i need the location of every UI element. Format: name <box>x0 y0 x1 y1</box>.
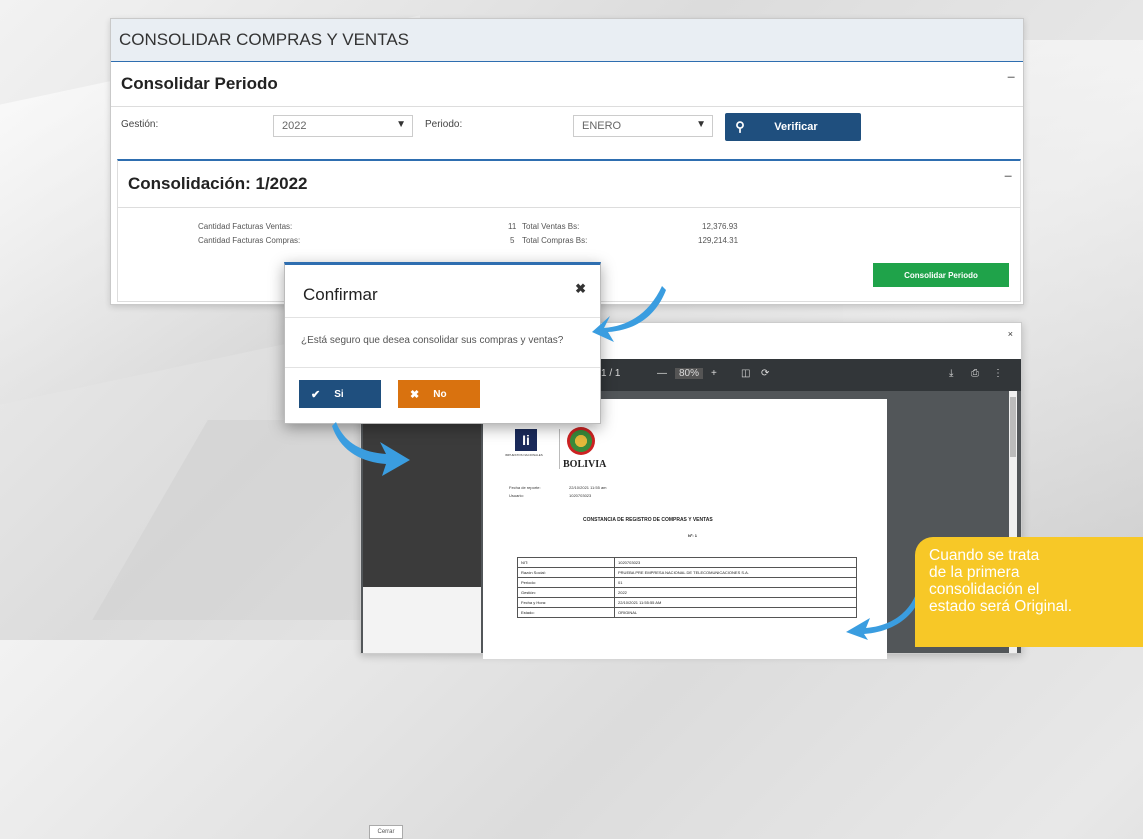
sales-total-label: Total Ventas Bs: <box>522 222 580 231</box>
purchases-count-label: Cantidad Facturas Compras: <box>198 236 301 245</box>
meta-label: Usuario: <box>509 493 524 498</box>
table-cell: Estado: <box>517 607 615 618</box>
section-title: Consolidar Periodo – <box>111 62 1023 107</box>
page-indicator: 1 / 1 <box>601 368 621 379</box>
logo-divider <box>559 429 560 469</box>
table-row: Gestión: 2022 <box>517 587 857 598</box>
zoom-out-icon[interactable]: — <box>657 368 667 379</box>
gestion-select[interactable]: 2022 ▼ <box>273 115 413 137</box>
no-label: No <box>433 388 447 400</box>
close-icon[interactable]: × <box>1008 329 1013 339</box>
table-cell: 22/10/2021 11:55:55 AM <box>614 597 857 608</box>
table-cell: 01 <box>614 577 857 588</box>
purchases-total-value: 129,214.31 <box>698 236 739 245</box>
dialog-title: Confirmar <box>303 285 378 304</box>
check-icon: ✔ <box>311 388 321 401</box>
callout-line: estado será Original. <box>929 598 1073 615</box>
callout-line: Cuando se trata <box>929 547 1040 564</box>
periodo-select[interactable]: ENERO ▼ <box>573 115 713 137</box>
meta-label: Fecha de reporte: <box>509 485 541 490</box>
collapse-icon[interactable]: – <box>1004 167 1012 183</box>
table-cell: Razón Social: <box>517 567 615 578</box>
document-number: Nº: 1 <box>688 533 698 538</box>
close-icon[interactable]: ✖ <box>575 281 586 297</box>
close-button[interactable]: Cerrar <box>369 825 403 839</box>
impuestos-logo: Ii <box>515 429 537 451</box>
table-row: Periodo: 01 <box>517 577 857 588</box>
collapse-icon[interactable]: – <box>1007 68 1015 84</box>
close-icon: ✖ <box>410 388 420 401</box>
table-cell: Fecha y Hora: <box>517 597 615 608</box>
gestion-value: 2022 <box>282 120 307 132</box>
meta-value: 1020703023 <box>569 493 592 498</box>
periodo-value: ENERO <box>582 120 622 132</box>
info-callout: Cuando se trata de la primera consolidac… <box>915 537 1143 647</box>
consolidate-period-button[interactable]: Consolidar Periodo <box>873 263 1009 287</box>
table-cell: PRUEBA PRE EMPRESA NACIONAL DE TELECOMUN… <box>614 567 857 578</box>
pdf-sidebar-footer: Cerrar <box>363 587 481 839</box>
more-options-icon[interactable]: ⋮ <box>993 368 1003 379</box>
arrow-icon <box>592 286 666 342</box>
gestion-label: Gestión: <box>121 119 159 130</box>
chevron-down-icon: ▼ <box>696 119 706 130</box>
dialog-question: ¿Está seguro que desea consolidar sus co… <box>301 335 564 346</box>
verify-button[interactable]: ⚲ Verificar <box>725 113 861 141</box>
table-cell: Gestión: <box>517 587 615 598</box>
page-title: CONSOLIDAR COMPRAS Y VENTAS <box>111 19 1023 62</box>
yes-label: Si <box>334 388 344 400</box>
table-cell: ORIGINAL <box>614 607 857 618</box>
section-title-text: Consolidar Periodo <box>121 74 278 93</box>
callout-line: consolidación el <box>929 581 1040 598</box>
consolidation-title-text: Consolidación: 1/2022 <box>128 174 308 193</box>
divider <box>285 367 600 368</box>
document-title: CONSTANCIA DE REGISTRO DE COMPRAS Y VENT… <box>583 517 713 523</box>
issuer-caption: IMPUESTOS NACIONALES <box>505 453 543 457</box>
callout-line: de la primera <box>929 564 1020 581</box>
country-name: BOLIVIA <box>563 459 607 470</box>
table-row: Fecha y Hora: 22/10/2021 11:55:55 AM <box>517 597 857 608</box>
sales-count-value: 11 <box>508 222 517 231</box>
print-icon[interactable]: ⎙ <box>971 368 979 379</box>
zoom-level[interactable]: 80% <box>675 368 704 379</box>
document-table: NIT: 1020703023 Razón Social: PRUEBA PRE E… <box>517 557 857 618</box>
divider <box>285 317 600 318</box>
sales-total-value: 12,376.93 <box>702 222 738 231</box>
table-row: Estado: ORIGINAL <box>517 607 857 618</box>
table-cell: NIT: <box>517 557 615 568</box>
scrollbar-thumb[interactable] <box>1010 397 1016 457</box>
confirm-yes-button[interactable]: ✔ Si <box>299 380 381 408</box>
download-icon[interactable]: ⤓ <box>949 368 953 379</box>
table-row: Razón Social: PRUEBA PRE EMPRESA NACIONAL… <box>517 567 857 578</box>
purchases-count-value: 5 <box>510 236 515 245</box>
sales-count-label: Cantidad Facturas Ventas: <box>198 222 293 231</box>
table-cell: Periodo: <box>517 577 615 588</box>
fit-page-icon[interactable]: ◫ <box>741 368 750 379</box>
table-cell: 1020703023 <box>614 557 857 568</box>
confirm-dialog: Confirmar ✖ ¿Está seguro que desea conso… <box>284 262 601 424</box>
bolivia-seal-icon <box>567 427 595 455</box>
arrow-icon <box>846 594 920 640</box>
table-cell: 2022 <box>614 587 857 598</box>
table-row: NIT: 1020703023 <box>517 557 857 568</box>
periodo-label: Periodo: <box>425 119 463 130</box>
zoom-in-icon[interactable]: + <box>711 368 717 379</box>
meta-value: 22/10/2021 11:55 am <box>569 485 607 490</box>
purchases-total-label: Total Compras Bs: <box>522 236 588 245</box>
rotate-icon[interactable]: ⟳ <box>761 368 769 379</box>
verify-button-label: Verificar <box>774 121 818 133</box>
consolidation-title: Consolidación: 1/2022 – <box>118 161 1020 208</box>
search-icon: ⚲ <box>735 119 745 134</box>
pdf-page: Ii IMPUESTOS NACIONALES BOLIVIA Fecha de… <box>483 399 887 659</box>
confirm-no-button[interactable]: ✖ No <box>398 380 480 408</box>
arrow-icon <box>332 422 410 476</box>
filter-form: Gestión: 2022 ▼ Periodo: ENERO ▼ ⚲ Verif… <box>111 107 1023 157</box>
chevron-down-icon: ▼ <box>396 119 406 130</box>
